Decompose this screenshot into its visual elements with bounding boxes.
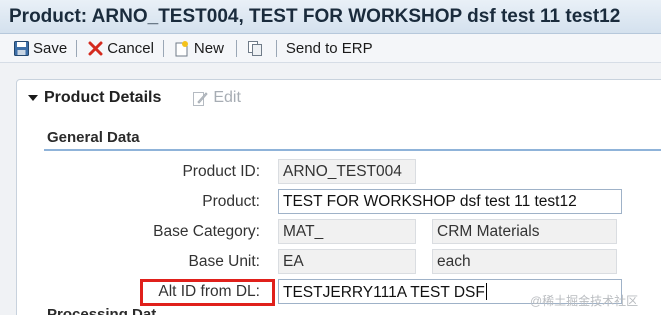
copy-button[interactable] — [246, 36, 267, 60]
toolbar-separator — [162, 39, 164, 57]
window-title: Product: ARNO_TEST004, TEST FOR WORKSHOP… — [0, 0, 661, 34]
product-description-input[interactable]: TEST FOR WORKSHOP dsf test 11 test12 — [278, 189, 622, 214]
section-divider — [44, 149, 661, 151]
toolbar: Save Cancel New Send to ERP — [0, 34, 661, 63]
cancel-button[interactable]: Cancel — [86, 36, 154, 60]
copy-icon — [246, 39, 264, 57]
toolbar-separator — [275, 39, 277, 57]
alt-id-value: TESTJERRY111A TEST DSF — [283, 284, 485, 301]
highlight-annotation — [140, 279, 275, 306]
save-label: Save — [33, 39, 68, 57]
next-section-title: Processing Dat — [47, 306, 157, 315]
collapse-arrow-icon[interactable] — [28, 95, 38, 101]
red-x-icon — [86, 39, 104, 57]
new-button[interactable]: New — [173, 36, 224, 60]
watermark: @稀土掘金技术社区 — [530, 294, 639, 308]
base-category-label: Base Category: — [153, 223, 260, 240]
product-id-field: ARNO_TEST004 — [278, 159, 416, 184]
base-unit-code-field: EA — [278, 249, 416, 274]
send-to-erp-label: Send to ERP — [285, 39, 373, 57]
base-category-code-field: MAT_ — [278, 219, 416, 244]
base-category-description-field: CRM Materials — [432, 219, 617, 244]
base-unit-label: Base Unit: — [188, 253, 260, 270]
new-label: New — [193, 39, 224, 57]
toolbar-separator — [235, 39, 237, 57]
edit-pencil-icon — [191, 89, 209, 107]
save-button[interactable]: Save — [12, 36, 67, 60]
save-disk-icon — [12, 39, 30, 57]
new-document-icon — [173, 39, 191, 57]
edit-label: Edit — [213, 89, 241, 106]
cancel-label: Cancel — [107, 39, 154, 57]
panel-header: Product Details Edit — [28, 88, 241, 108]
product-id-label: Product ID: — [182, 163, 260, 180]
product-label: Product: — [202, 193, 260, 210]
toolbar-separator — [76, 39, 78, 57]
send-to-erp-button[interactable]: Send to ERP — [286, 36, 373, 60]
panel-title: Product Details — [44, 89, 162, 106]
text-cursor — [485, 283, 487, 300]
base-unit-description-field: each — [432, 249, 617, 274]
edit-button[interactable]: Edit — [191, 89, 241, 107]
section-title: General Data — [47, 129, 140, 146]
